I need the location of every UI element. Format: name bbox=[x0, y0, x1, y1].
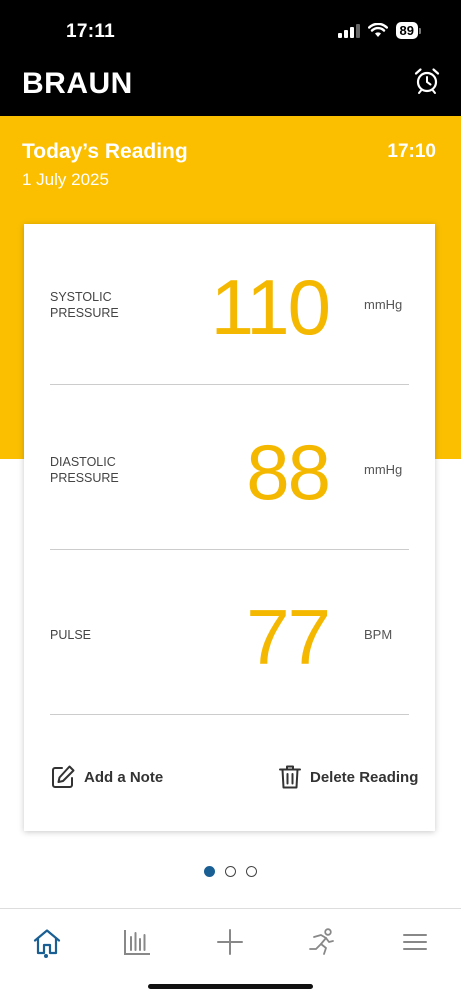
home-icon[interactable] bbox=[32, 927, 62, 957]
page-indicator bbox=[204, 866, 257, 877]
status-bar: 17:11 89 bbox=[0, 0, 461, 60]
systolic-value: 110 bbox=[210, 263, 331, 351]
pulse-value: 77 bbox=[246, 593, 331, 681]
diastolic-value: 88 bbox=[246, 428, 331, 516]
reading-title: Today’s Reading bbox=[22, 140, 188, 163]
divider bbox=[50, 384, 409, 385]
status-icons: 89 bbox=[337, 22, 421, 39]
battery-tip bbox=[419, 27, 421, 34]
systolic-label: SYSTOLIC PRESSURE bbox=[50, 289, 170, 321]
page-dot-3[interactable] bbox=[246, 866, 257, 877]
chart-icon[interactable] bbox=[122, 927, 152, 957]
menu-icon[interactable] bbox=[400, 927, 430, 957]
alarm-clock-icon[interactable] bbox=[413, 67, 441, 95]
wifi-icon bbox=[367, 23, 388, 37]
diastolic-metric: DIASTOLIC PRESSURE 88 mmHg bbox=[24, 389, 435, 554]
delete-reading-button[interactable]: Delete Reading bbox=[278, 764, 418, 790]
divider bbox=[50, 714, 409, 715]
diastolic-label-line1: DIASTOLIC bbox=[50, 455, 116, 469]
systolic-label-line1: SYSTOLIC bbox=[50, 290, 112, 304]
page-dot-2[interactable] bbox=[225, 866, 236, 877]
activity-icon[interactable] bbox=[307, 927, 337, 957]
add-note-button[interactable]: Add a Note bbox=[50, 764, 163, 790]
diastolic-unit: mmHg bbox=[364, 462, 403, 477]
systolic-metric: SYSTOLIC PRESSURE 110 mmHg bbox=[24, 224, 435, 389]
trash-icon bbox=[279, 765, 301, 789]
systolic-label-line2: PRESSURE bbox=[50, 306, 119, 320]
add-note-label: Add a Note bbox=[84, 768, 164, 786]
pulse-label: PULSE bbox=[50, 627, 170, 643]
pulse-unit: BPM bbox=[364, 627, 393, 642]
diastolic-label: DIASTOLIC PRESSURE bbox=[50, 454, 170, 486]
pulse-label-line1: PULSE bbox=[50, 628, 91, 642]
delete-reading-label: Delete Reading bbox=[310, 768, 419, 786]
pulse-metric: PULSE 77 BPM bbox=[24, 554, 435, 719]
add-icon[interactable] bbox=[215, 927, 245, 957]
battery-level: 89 bbox=[395, 22, 418, 39]
status-time: 17:11 bbox=[66, 21, 116, 42]
battery-indicator: 89 bbox=[395, 22, 421, 39]
divider bbox=[50, 549, 409, 550]
active-tab-indicator bbox=[44, 954, 48, 958]
reading-time: 17:10 bbox=[387, 141, 436, 162]
page-dot-1[interactable] bbox=[204, 866, 215, 877]
systolic-unit: mmHg bbox=[364, 297, 403, 312]
edit-note-icon bbox=[52, 765, 75, 788]
braun-logo: BRAUN bbox=[22, 67, 133, 100]
diastolic-label-line2: PRESSURE bbox=[50, 471, 119, 485]
signal-icon bbox=[337, 23, 360, 38]
home-indicator bbox=[148, 984, 313, 989]
reading-date: 1 July 2025 bbox=[22, 170, 109, 189]
reading-card: SYSTOLIC PRESSURE 110 mmHg DIASTOLIC PRE… bbox=[24, 224, 435, 831]
app-header: BRAUN bbox=[0, 60, 461, 116]
